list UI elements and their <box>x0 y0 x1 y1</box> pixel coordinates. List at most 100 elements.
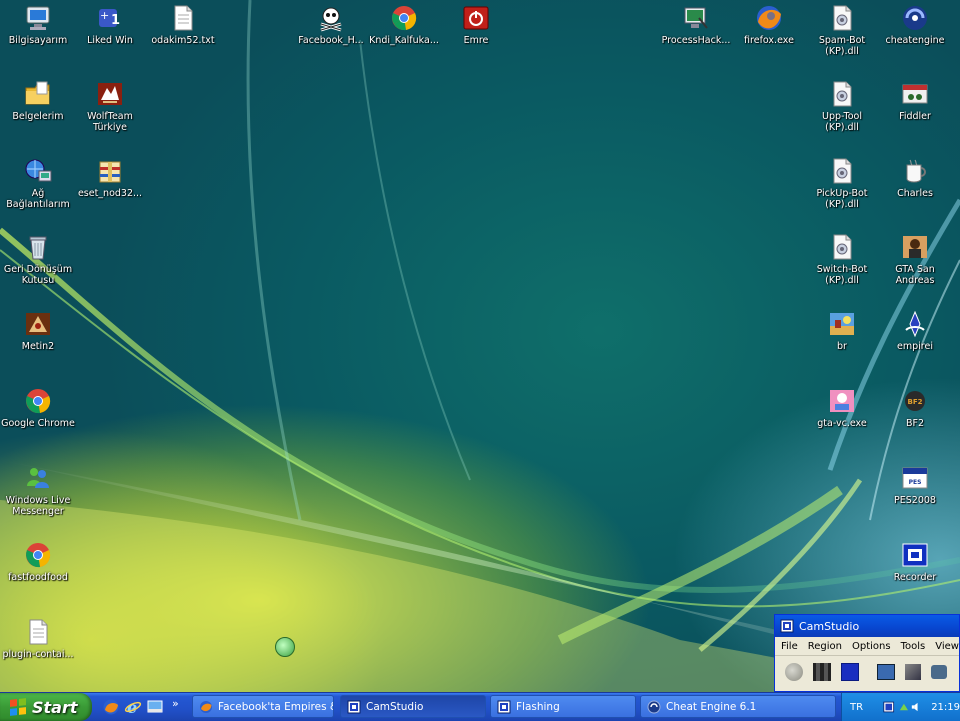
language-indicator[interactable]: TR <box>850 702 863 713</box>
desktop-icon-plugin[interactable]: plugin-contai... <box>0 618 76 680</box>
camstudio-window[interactable]: CamStudio File Region Options Tools View <box>774 614 960 692</box>
task-cheat-engine[interactable]: Cheat Engine 6.1 <box>640 695 836 718</box>
desktop-icon-fast-food[interactable]: fastfoodfood <box>0 541 76 603</box>
desktop-icon-label: Spam-Bot (KP).dll <box>818 35 866 57</box>
desktop-icon-label: Upp-Tool (KP).dll <box>821 111 863 133</box>
network-icon <box>23 157 53 185</box>
desktop-icon-pes[interactable]: PES PES2008 <box>877 464 953 526</box>
desktop-icon-odakim[interactable]: odakim52.txt <box>145 4 221 66</box>
desktop[interactable]: Bilgisayarım 1 + Liked Win odakim52.txt Faceb… <box>0 0 960 692</box>
desktop-icon-switch-bot[interactable]: Switch-Bot (KP).dll <box>804 233 880 295</box>
chrome-icon <box>23 541 53 569</box>
desktop-icon-label: ProcessHack... <box>661 35 731 46</box>
desktop-icon-emre[interactable]: Emre <box>438 4 514 66</box>
metin2-icon <box>23 310 53 338</box>
desktop-icon-label: Switch-Bot (KP).dll <box>816 264 868 286</box>
desktop-icon-fiddler[interactable]: Fiddler <box>877 80 953 142</box>
desktop-icon-spam-bot[interactable]: Spam-Bot (KP).dll <box>804 4 880 66</box>
desktop-icon-br[interactable]: br <box>804 310 880 372</box>
firefox-icon <box>200 700 212 713</box>
camstudio-menubar: File Region Options Tools View <box>775 637 959 656</box>
camstudio-icon <box>780 619 794 633</box>
skull-icon <box>316 4 346 32</box>
desktop-icon-geri[interactable]: Geri Dönüşüm Kutusu <box>0 233 76 295</box>
desktop-icon-kndi[interactable]: Kndi_Kalfuka... <box>366 4 442 66</box>
desktop-icon-firefox[interactable]: firefox.exe <box>731 4 807 66</box>
pes-icon: PES <box>900 464 930 492</box>
desktop-icon-label: gta-vc.exe <box>817 418 867 429</box>
desktop-icon-belgelerim[interactable]: Belgelerim <box>0 80 76 142</box>
camstudio-tray-icon[interactable] <box>883 700 895 714</box>
menu-file[interactable]: File <box>781 641 798 652</box>
desktop-icon-facebook-hack[interactable]: Facebook_H... <box>293 4 369 66</box>
desktop-icon-metin2[interactable]: Metin2 <box>0 310 76 372</box>
menu-tools[interactable]: Tools <box>901 641 926 652</box>
desktop-icon-label: eset_nod32... <box>77 188 143 199</box>
desktop-icon-bilgisayarim[interactable]: Bilgisayarım <box>0 4 76 66</box>
task-label: Facebook'ta Empires &... <box>218 700 333 713</box>
svg-text:PES: PES <box>909 479 922 486</box>
clock[interactable]: 21:19 <box>931 702 960 713</box>
desktop-icon-processhacker[interactable]: ProcessHack... <box>658 4 734 66</box>
monitor-icon <box>681 4 711 32</box>
desktop-icon-gta-vc[interactable]: gta-vc.exe <box>804 387 880 449</box>
desktop-icon-label: Kndi_Kalfuka... <box>369 35 439 46</box>
region-icon[interactable] <box>877 664 895 680</box>
desktop-icon-pickup-bot[interactable]: PickUp-Bot (KP).dll <box>804 157 880 219</box>
dll-file-icon <box>827 233 857 261</box>
task-flashing[interactable]: Flashing <box>490 695 636 718</box>
app-plus-icon: 1 + <box>95 4 125 32</box>
desktop-icon-recorder[interactable]: Recorder <box>877 541 953 603</box>
busy-cursor <box>275 637 295 657</box>
task-label: Cheat Engine 6.1 <box>666 700 757 713</box>
task-firefox[interactable]: Facebook'ta Empires &... <box>192 695 334 718</box>
desktop-icon-label: Ağ Bağlantılarım <box>6 188 70 210</box>
volume-tray-icon[interactable] <box>911 701 921 713</box>
record-button[interactable] <box>785 663 803 681</box>
camstudio-titlebar[interactable]: CamStudio <box>775 615 959 637</box>
desktop-icon-label: Belgelerim <box>12 111 64 122</box>
cheatengine-icon <box>900 4 930 32</box>
text-file-icon <box>168 4 198 32</box>
pause-button[interactable] <box>813 663 831 681</box>
recorder-icon <box>900 541 930 569</box>
desktop-icon-wolfteam[interactable]: WolfTeam Türkiye <box>72 80 148 142</box>
desktop-icon-label: GTA San Andreas <box>895 264 935 286</box>
desktop-icon-chrome[interactable]: Google Chrome <box>0 387 76 449</box>
desktop-icon-bf2[interactable]: BF2 BF2 <box>877 387 953 449</box>
menu-view[interactable]: View <box>935 641 959 652</box>
desktop-icon-empirei[interactable]: empirei <box>877 310 953 372</box>
desktop-icon-label: Recorder <box>893 572 937 583</box>
desktop-icon-wlm[interactable]: Windows Live Messenger <box>0 464 76 526</box>
desktop-icon-eset[interactable]: eset_nod32... <box>72 157 148 219</box>
archive-icon <box>95 157 125 185</box>
empire-icon <box>900 310 930 338</box>
show-desktop-icon[interactable] <box>146 698 164 716</box>
desktop-icon-upp-tool[interactable]: Upp-Tool (KP).dll <box>804 80 880 142</box>
quick-launch-overflow[interactable]: » <box>172 697 179 710</box>
camera-icon[interactable] <box>931 665 947 679</box>
power-icon <box>461 4 491 32</box>
windows-logo-icon <box>10 698 26 716</box>
desktop-icon-cheatengine[interactable]: cheatengine <box>877 4 953 66</box>
options-icon[interactable] <box>905 664 921 680</box>
recycle-bin-icon <box>23 233 53 261</box>
game-icon <box>827 310 857 338</box>
desktop-icon-label: Google Chrome <box>1 418 75 429</box>
task-camstudio[interactable]: CamStudio <box>340 695 486 718</box>
menu-region[interactable]: Region <box>808 641 842 652</box>
network-tray-icon[interactable] <box>899 701 909 713</box>
start-button[interactable]: Start <box>0 693 92 721</box>
start-label: Start <box>32 697 78 717</box>
desktop-icon-gta-sa[interactable]: GTA San Andreas <box>877 233 953 295</box>
desktop-icon-label: empirei <box>897 341 933 352</box>
firefox-icon[interactable] <box>102 698 120 716</box>
desktop-icon-charles[interactable]: Charles <box>877 157 953 219</box>
menu-options[interactable]: Options <box>852 641 891 652</box>
wolfteam-icon <box>95 80 125 108</box>
desktop-icon-liked-win[interactable]: 1 + Liked Win <box>72 4 148 66</box>
ie-icon[interactable]: e <box>124 698 142 716</box>
stop-button[interactable] <box>841 663 859 681</box>
desktop-icon-ag[interactable]: Ağ Bağlantılarım <box>0 157 76 219</box>
desktop-icon-label: PES2008 <box>894 495 936 506</box>
